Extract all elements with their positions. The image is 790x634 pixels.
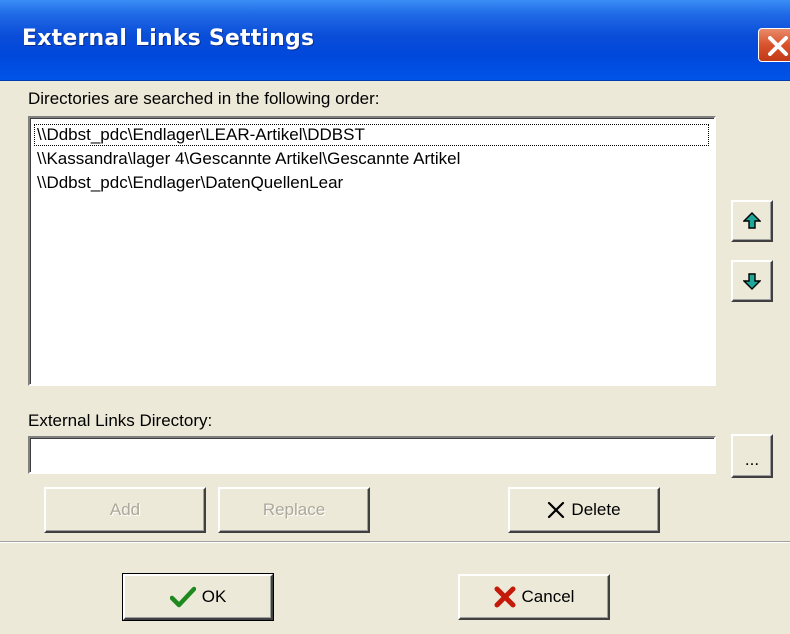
ok-label: OK [201, 587, 227, 606]
cancel-label: Cancel [521, 587, 575, 606]
window-title: External Links Settings [22, 26, 315, 51]
add-button[interactable]: Add [44, 487, 206, 533]
browse-button[interactable]: ... [731, 434, 773, 478]
search-order-label: Directories are searched in the followin… [28, 89, 380, 108]
checkmark-icon [169, 586, 196, 608]
close-button[interactable] [758, 28, 790, 62]
close-icon [768, 36, 788, 56]
arrow-up-icon [743, 212, 761, 229]
delete-label: Delete [571, 500, 621, 519]
move-up-button[interactable] [731, 200, 773, 242]
replace-label: Replace [262, 500, 326, 519]
replace-button[interactable]: Replace [218, 487, 370, 533]
browse-label: ... [744, 450, 760, 469]
ok-button[interactable]: OK [122, 573, 274, 621]
cancel-button[interactable]: Cancel [458, 574, 610, 620]
list-item[interactable]: \\Kassandra\lager 4\Gescannte Artikel\Ge… [34, 148, 460, 170]
list-item[interactable]: \\Ddbst_pdc\Endlager\DatenQuellenLear [34, 172, 343, 194]
x-icon [547, 501, 565, 519]
arrow-down-icon [743, 273, 761, 290]
cross-icon [494, 586, 516, 608]
list-item[interactable]: \\Ddbst_pdc\Endlager\LEAR-Artikel\DDBST [34, 124, 709, 146]
add-label: Add [109, 500, 141, 519]
directory-label: External Links Directory: [28, 411, 213, 430]
move-down-button[interactable] [731, 260, 773, 302]
directory-input[interactable] [28, 436, 716, 474]
directory-list[interactable]: \\Ddbst_pdc\Endlager\LEAR-Artikel\DDBST … [28, 116, 716, 386]
delete-button[interactable]: Delete [508, 487, 660, 533]
title-bar: External Links Settings [0, 0, 790, 81]
